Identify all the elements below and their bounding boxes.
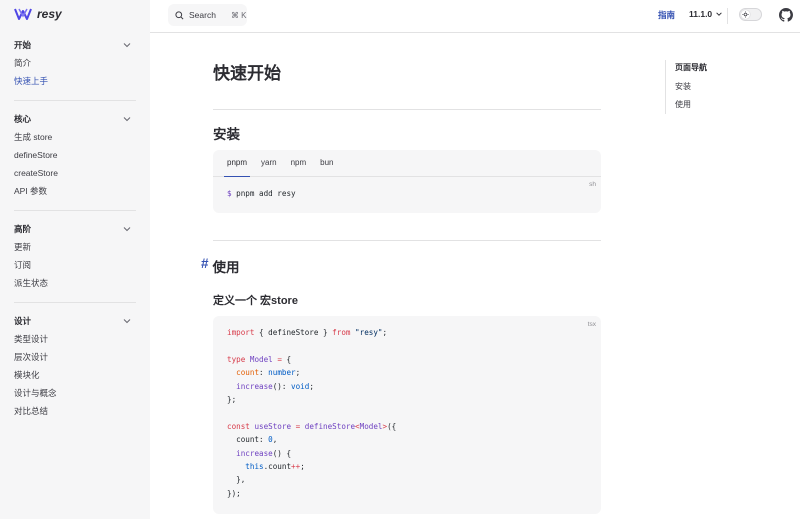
- sidebar-divider: [14, 100, 136, 101]
- sidebar-group-advanced: 高阶 更新 订阅 派生状态: [0, 220, 150, 292]
- tab-bun[interactable]: bun: [313, 150, 340, 176]
- sidebar-group-header[interactable]: 开始: [0, 36, 150, 54]
- outline-item-usage[interactable]: 使用: [675, 96, 707, 114]
- sidebar: resy 开始 简介 快速上手 核心 生成 store defineStore …: [0, 0, 150, 519]
- install-code-group: pnpm yarn npm bun sh $ pnpm add resy: [213, 150, 601, 213]
- divider: [213, 240, 601, 241]
- theme-toggle[interactable]: [739, 8, 762, 21]
- sidebar-item-generate-store[interactable]: 生成 store: [0, 128, 150, 146]
- sidebar-item-derived-state[interactable]: 派生状态: [0, 274, 150, 292]
- sidebar-item-subscribe[interactable]: 订阅: [0, 256, 150, 274]
- define-code-block[interactable]: tsx import { defineStore } from "resy"; …: [213, 316, 601, 514]
- sidebar-item-type-design[interactable]: 类型设计: [0, 330, 150, 348]
- logo-icon: [14, 8, 32, 20]
- sidebar-item-modular[interactable]: 模块化: [0, 366, 150, 384]
- code-content: import { defineStore } from "resy"; type…: [227, 328, 397, 498]
- page-outline: 页面导航 安装 使用: [665, 60, 707, 114]
- heading-anchor[interactable]: #: [201, 256, 209, 276]
- sidebar-item-createstore[interactable]: createStore: [0, 164, 150, 182]
- sidebar-item-intro[interactable]: 简介: [0, 54, 150, 72]
- navbar-divider: [727, 8, 728, 24]
- sun-icon: [741, 10, 750, 19]
- package-manager-tabs: pnpm yarn npm bun: [213, 150, 601, 177]
- chevron-down-icon: [716, 12, 722, 16]
- sidebar-group-header[interactable]: 设计: [0, 312, 150, 330]
- page-title: 快速开始: [213, 64, 281, 83]
- sidebar-group-title: 设计: [14, 316, 32, 326]
- github-icon[interactable]: [779, 8, 793, 22]
- top-navbar: Search ⌘ K 指南 11.1.0: [150, 0, 800, 33]
- shell-prompt: $: [227, 189, 232, 198]
- nav-link-guide[interactable]: 指南: [658, 9, 675, 21]
- chevron-down-icon[interactable]: [122, 316, 132, 326]
- sidebar-group-title: 高阶: [14, 224, 32, 234]
- sidebar-group-header[interactable]: 核心: [0, 110, 150, 128]
- version-dropdown[interactable]: 11.1.0: [689, 9, 723, 19]
- tab-npm[interactable]: npm: [284, 150, 314, 176]
- sidebar-group-core: 核心 生成 store defineStore createStore API …: [0, 110, 150, 200]
- version-label: 11.1.0: [689, 9, 713, 19]
- chevron-down-icon[interactable]: [122, 114, 132, 124]
- define-heading: 定义一个 宏store: [213, 295, 298, 307]
- sidebar-item-comparison[interactable]: 对比总结: [0, 402, 150, 420]
- search-icon: [175, 10, 184, 19]
- search-shortcut: ⌘ K: [230, 10, 247, 20]
- logo-text: resy: [37, 7, 62, 21]
- sidebar-item-design-concepts[interactable]: 设计与概念: [0, 384, 150, 402]
- chevron-down-icon[interactable]: [122, 40, 132, 50]
- sidebar-group-title: 核心: [14, 114, 32, 124]
- sidebar-nav: 开始 简介 快速上手 核心 生成 store defineStore creat…: [0, 36, 150, 420]
- sidebar-divider: [14, 302, 136, 303]
- chevron-down-icon[interactable]: [122, 224, 132, 234]
- search-label: Search: [189, 10, 216, 20]
- sidebar-item-quickstart[interactable]: 快速上手: [0, 72, 150, 90]
- install-command[interactable]: $ pnpm add resy: [213, 177, 601, 200]
- sidebar-item-update[interactable]: 更新: [0, 238, 150, 256]
- code-lang-label: sh: [589, 181, 596, 188]
- sidebar-group-header[interactable]: 高阶: [0, 220, 150, 238]
- tab-pnpm[interactable]: pnpm: [220, 150, 254, 177]
- usage-heading-text: 使用: [212, 260, 240, 275]
- tab-yarn[interactable]: yarn: [254, 150, 284, 176]
- sidebar-item-api-params[interactable]: API 参数: [0, 182, 150, 200]
- sidebar-divider: [14, 210, 136, 211]
- install-command-text: pnpm add resy: [236, 189, 296, 198]
- outline-title: 页面导航: [675, 63, 707, 72]
- sidebar-group-start: 开始 简介 快速上手: [0, 36, 150, 90]
- install-heading: 安装: [213, 127, 240, 142]
- outline-item-install[interactable]: 安装: [675, 78, 707, 96]
- sidebar-group-design: 设计 类型设计 层次设计 模块化 设计与概念 对比总结: [0, 312, 150, 420]
- logo[interactable]: resy: [14, 7, 62, 21]
- sidebar-item-layer-design[interactable]: 层次设计: [0, 348, 150, 366]
- divider: [213, 109, 601, 110]
- sidebar-item-definestore[interactable]: defineStore: [0, 146, 150, 164]
- search-button[interactable]: Search ⌘ K: [168, 4, 247, 26]
- code-lang-label: tsx: [587, 321, 596, 328]
- usage-heading: # 使用: [201, 256, 240, 276]
- sidebar-group-title: 开始: [14, 40, 32, 50]
